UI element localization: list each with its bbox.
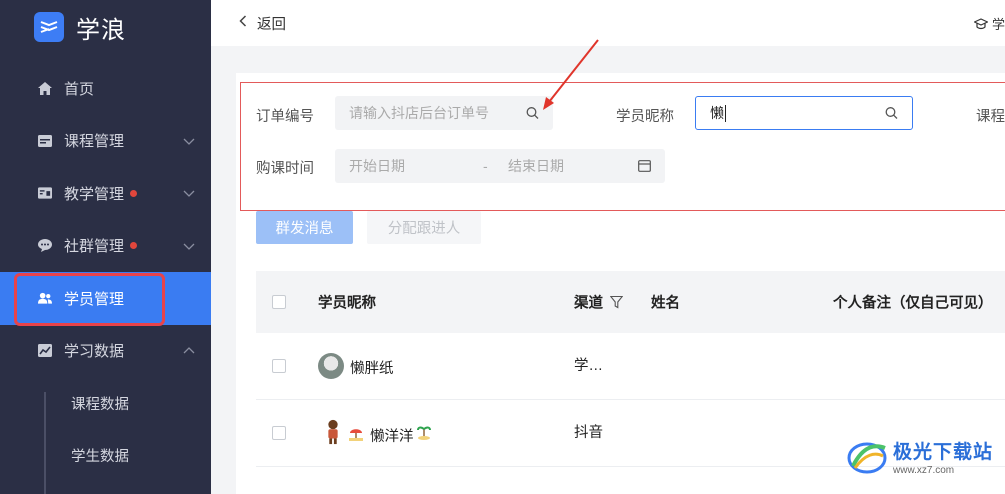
- sidebar-nav: 首页 课程管理 教学管理 社群管理 学员管理 学习数据 课程数据 学生数据: [0, 62, 211, 482]
- chevron-left-icon[interactable]: [239, 14, 247, 32]
- avatar: [328, 419, 338, 445]
- sidebar-item-teaching[interactable]: 教学管理: [0, 167, 211, 220]
- search-icon[interactable]: [885, 107, 898, 120]
- sidebar-item-label: 首页: [64, 80, 95, 98]
- column-header-channel[interactable]: 渠道: [574, 292, 623, 313]
- row-checkbox[interactable]: [272, 359, 286, 373]
- island-emoji-icon: [417, 426, 431, 440]
- chevron-up-icon: [183, 346, 195, 354]
- date-range-picker[interactable]: 开始日期 - 结束日期: [335, 149, 665, 183]
- xuelang-logo-icon: [34, 12, 64, 42]
- avatar: [318, 353, 344, 379]
- chevron-down-icon: [183, 138, 195, 145]
- row-nickname: 懒胖纸: [350, 361, 394, 377]
- sidebar-subitem-course-data[interactable]: 课程数据: [0, 377, 211, 430]
- column-header-nickname: 学员昵称: [318, 295, 376, 312]
- watermark-url: www.xz7.com: [893, 464, 955, 476]
- search-icon[interactable]: [526, 107, 539, 120]
- submenu-line: [44, 392, 46, 494]
- home-icon: [38, 81, 52, 95]
- aurora-logo-icon: [847, 442, 887, 474]
- users-icon: [38, 291, 52, 305]
- course-label: 课程: [976, 109, 1005, 125]
- row-channel: 抖音: [574, 425, 603, 441]
- chevron-down-icon: [183, 190, 195, 198]
- text-cursor: [725, 104, 726, 122]
- sidebar-item-community[interactable]: 社群管理: [0, 220, 211, 273]
- sidebar-item-students[interactable]: 学员管理: [0, 272, 211, 326]
- teaching-icon: [38, 186, 52, 200]
- column-header-note: 个人备注（仅自己可见）: [833, 295, 993, 312]
- beach-emoji-icon: [349, 429, 363, 441]
- nickname-label: 学员昵称: [616, 109, 674, 125]
- table-row[interactable]: 懒胖纸 学…: [256, 333, 1005, 400]
- nickname-input[interactable]: 懒: [695, 96, 913, 130]
- row-nickname: 懒洋洋: [370, 429, 414, 445]
- graduation-cap-icon: [973, 17, 988, 29]
- top-right-link[interactable]: 学: [973, 14, 1005, 33]
- filter-icon[interactable]: [610, 295, 623, 309]
- sidebar-item-label: 社群管理: [64, 238, 125, 256]
- logo[interactable]: 学浪: [0, 0, 211, 54]
- order-number-input[interactable]: 请输入抖店后台订单号: [335, 96, 553, 130]
- sidebar-item-label: 学习数据: [64, 343, 125, 361]
- watermark: 极光下载站 www.xz7.com: [845, 436, 993, 476]
- sidebar-item-label: 课程管理: [64, 133, 125, 151]
- start-date-placeholder: 开始日期: [349, 158, 405, 174]
- sidebar: 学浪 首页 课程管理 教学管理 社群管理 学员管理 学习数据 课程数据 学生数据: [0, 0, 211, 494]
- order-number-label: 订单编号: [256, 109, 314, 125]
- column-header-channel-label: 渠道: [574, 295, 603, 312]
- sidebar-item-label: 学员管理: [64, 290, 125, 308]
- mass-message-button[interactable]: 群发消息: [256, 211, 353, 244]
- sidebar-item-course[interactable]: 课程管理: [0, 115, 211, 168]
- sidebar-item-learning-data[interactable]: 学习数据: [0, 325, 211, 378]
- order-number-placeholder: 请输入抖店后台订单号: [349, 105, 489, 121]
- chevron-down-icon: [183, 243, 195, 250]
- column-header-name: 姓名: [651, 295, 680, 312]
- table-header: 学员昵称 渠道 姓名 个人备注（仅自己可见）: [256, 271, 1005, 333]
- purchase-time-label: 购课时间: [256, 161, 314, 177]
- chart-icon: [38, 344, 52, 358]
- top-right-label: 学: [991, 17, 1005, 32]
- sidebar-item-home[interactable]: 首页: [0, 62, 211, 115]
- sidebar-subitem-student-data[interactable]: 学生数据: [0, 430, 211, 483]
- calendar-icon[interactable]: [638, 160, 651, 172]
- row-channel: 学…: [574, 358, 603, 374]
- date-separator: -: [483, 158, 488, 174]
- select-all-checkbox[interactable]: [272, 295, 286, 309]
- end-date-placeholder: 结束日期: [508, 158, 564, 174]
- calendar-icon: [38, 134, 52, 148]
- topbar: 返回 学: [211, 0, 1005, 46]
- nickname-value: 懒: [710, 105, 724, 121]
- notification-dot: [130, 189, 138, 197]
- assign-follower-button[interactable]: 分配跟进人: [367, 211, 481, 244]
- notification-dot: [130, 242, 138, 250]
- back-button[interactable]: 返回: [257, 13, 286, 34]
- row-checkbox[interactable]: [272, 426, 286, 440]
- app-name: 学浪: [76, 16, 126, 44]
- watermark-title: 极光下载站: [893, 441, 994, 463]
- chat-icon: [38, 239, 52, 253]
- sidebar-item-label: 教学管理: [64, 185, 125, 203]
